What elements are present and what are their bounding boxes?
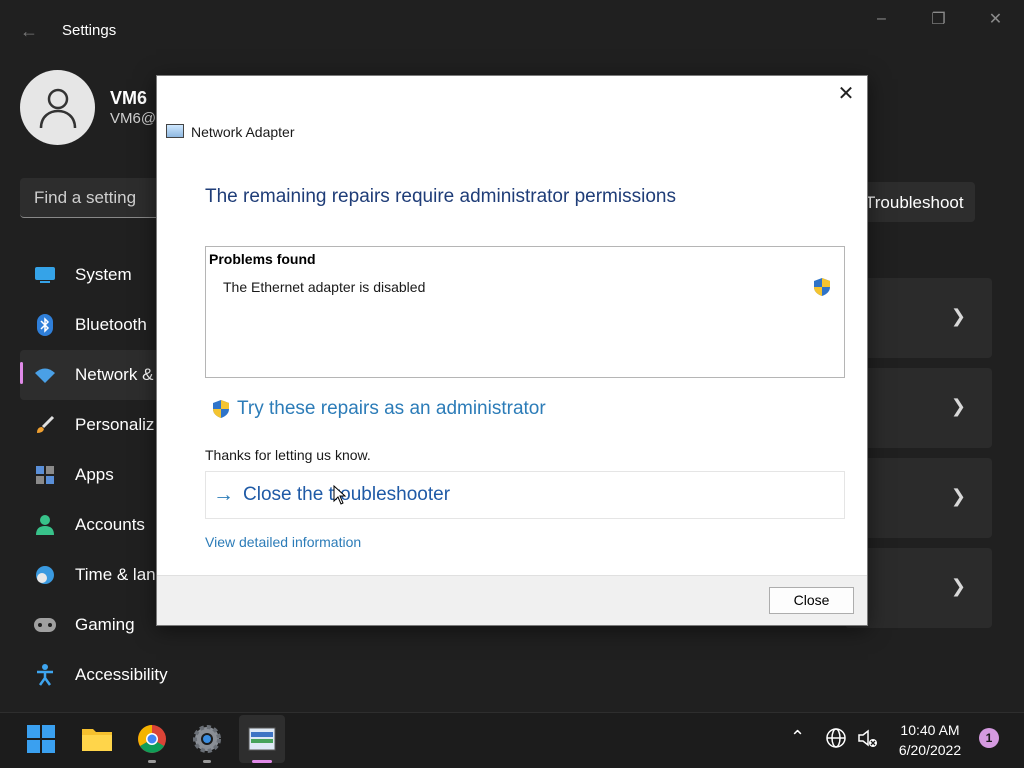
dialog-close-icon[interactable]: ✕: [835, 84, 857, 106]
uac-shield-icon: [213, 400, 229, 418]
problems-found-box: Problems found The Ethernet adapter is d…: [205, 246, 845, 378]
globe-clock-icon: [34, 564, 56, 586]
brush-icon: [34, 414, 56, 436]
network-adapter-dialog: ✕ Network Adapter The remaining repairs …: [156, 75, 868, 626]
chrome-icon: [138, 725, 166, 753]
problem-item[interactable]: The Ethernet adapter is disabled: [223, 279, 425, 295]
admin-link-label: Try these repairs as an administrator: [237, 398, 546, 419]
settings-icon: [193, 725, 221, 753]
start-icon: [27, 725, 55, 753]
arrow-right-icon: →: [213, 483, 234, 506]
avatar[interactable]: [20, 70, 95, 145]
monitor-icon: [34, 264, 56, 286]
sidebar-item-label: Accessibility: [75, 665, 168, 684]
bluetooth-icon: [34, 314, 56, 336]
dialog-footer: Close: [157, 575, 867, 625]
user-name: VM6: [110, 88, 148, 108]
running-indicator: [252, 760, 272, 763]
accessibility-icon: [34, 664, 56, 686]
sidebar-item-accessibility[interactable]: Accessibility: [20, 650, 260, 700]
taskbar: ⌃ 10:40 AM 6/20/2022 1: [0, 712, 1024, 768]
sidebar-item-label: Personaliz: [75, 415, 155, 434]
sidebar-item-label: Accounts: [75, 515, 145, 534]
uac-shield-icon: [814, 278, 830, 296]
close-window-button[interactable]: ✕: [967, 0, 1024, 38]
sidebar-item-label: Gaming: [75, 615, 135, 634]
chevron-right-icon: ❯: [950, 486, 966, 506]
person-icon: [39, 88, 76, 128]
close-button[interactable]: Close: [769, 587, 854, 614]
network-adapter-icon: [166, 124, 184, 138]
notification-badge[interactable]: 1: [979, 728, 999, 748]
minimize-button[interactable]: –: [853, 0, 910, 38]
taskbar-network-adapter[interactable]: [239, 715, 285, 763]
taskbar-chrome[interactable]: [129, 715, 175, 763]
sidebar-item-label: Bluetooth: [75, 315, 147, 334]
running-indicator: [148, 760, 156, 763]
user-email: VM6@: [110, 110, 157, 127]
dialog-heading: The remaining repairs require administra…: [205, 186, 676, 207]
clock-time: 10:40 AM: [900, 722, 960, 738]
wifi-icon: [34, 364, 56, 386]
chevron-right-icon: ❯: [950, 576, 966, 596]
tray-chevron-up-icon[interactable]: ⌃: [790, 727, 805, 748]
run-as-admin-link[interactable]: Try these repairs as an administrator: [211, 398, 546, 420]
troubleshoot-label: Troubleshoot: [865, 193, 964, 212]
apps-icon: [34, 464, 56, 486]
app-title: Settings: [62, 22, 117, 39]
view-details-link[interactable]: View detailed information: [205, 534, 361, 550]
gamepad-icon: [34, 614, 56, 636]
mouse-cursor-icon: [333, 485, 347, 505]
close-troubleshooter-button[interactable]: → Close the troubleshooter: [205, 471, 845, 519]
sidebar-item-label: Network &: [75, 365, 154, 384]
running-indicator: [203, 760, 211, 763]
taskbar-file-explorer[interactable]: [74, 715, 120, 763]
file-explorer-icon: [82, 729, 112, 751]
start-button[interactable]: [18, 715, 64, 763]
clock-date: 6/20/2022: [898, 742, 962, 758]
network-adapter-icon: [248, 727, 276, 751]
restore-button[interactable]: ❐: [910, 0, 967, 38]
person-icon: [34, 514, 56, 536]
chevron-right-icon: ❯: [950, 306, 966, 326]
thanks-text: Thanks for letting us know.: [205, 447, 371, 463]
volume-muted-icon[interactable]: [857, 727, 879, 749]
window-controls: – ❐ ✕: [853, 0, 1024, 40]
globe-network-icon[interactable]: [825, 727, 847, 749]
taskbar-clock[interactable]: 10:40 AM 6/20/2022: [890, 720, 970, 760]
sidebar-item-label: System: [75, 265, 132, 284]
sidebar-item-label: Apps: [75, 465, 114, 484]
dialog-title: Network Adapter: [191, 124, 295, 140]
sidebar-item-label: Time & lan: [75, 565, 156, 584]
back-arrow-icon[interactable]: ←: [20, 22, 40, 40]
problems-title: Problems found: [209, 251, 316, 267]
taskbar-settings[interactable]: [184, 715, 230, 763]
chevron-right-icon: ❯: [950, 396, 966, 416]
